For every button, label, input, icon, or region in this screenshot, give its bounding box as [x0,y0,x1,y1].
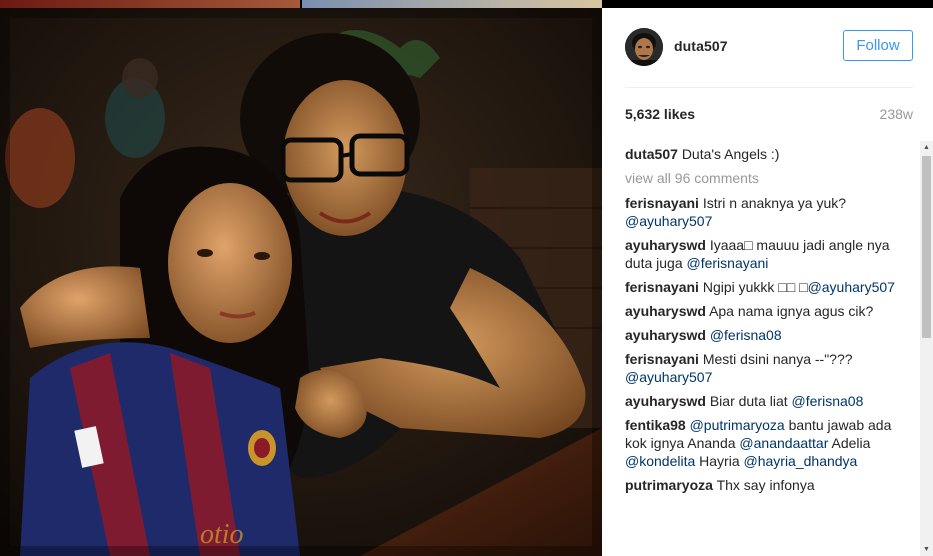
comment-mention[interactable]: @ferisnayani [687,255,769,271]
comment-item: ferisnayani Istri n anaknya ya yuk? @ayu… [625,194,917,230]
comment-mention[interactable]: @ayuhary507 [625,213,712,229]
comment-item: ayuharyswd Iyaaa□ mauuu jadi angle nya d… [625,236,917,272]
comment-item: ferisnayani Mesti dsini nanya --"??? @ay… [625,350,917,386]
scroll-up-arrow-icon[interactable]: ▲ [920,141,933,154]
post-timestamp[interactable]: 238w [880,106,913,122]
comment-text: Thx say infonya [716,477,815,493]
post-sidebar: duta507 Follow 5,632 likes 238w duta507 … [602,8,933,556]
comment-text: Adelia [828,435,871,451]
svg-text:otio: otio [200,519,244,550]
comment-item: fentika98 @putrimaryoza bantu jawab ada … [625,416,917,470]
comment-username[interactable]: ferisnayani [625,195,699,211]
divider [625,87,913,88]
comment-username[interactable]: ayuharyswd [625,327,706,343]
follow-button[interactable]: Follow [843,30,913,61]
post-photo-image: otio [0,8,602,556]
caption: duta507 Duta's Angels :) [625,145,917,163]
comment-item: ayuharyswd @ferisna08 [625,326,917,344]
comment-mention[interactable]: @kondelita [625,453,695,469]
comment-text: Ngipi yukkk □□ □ [702,279,808,295]
comment-username[interactable]: fentika98 [625,417,686,433]
comment-mention[interactable]: @anandaattar [739,435,828,451]
comment-item: ayuharyswd Apa nama ignya agus cik? [625,302,917,320]
post-username[interactable]: duta507 [674,38,728,54]
comment-username[interactable]: ferisnayani [625,279,699,295]
comments-list: duta507 Duta's Angels :) view all 96 com… [625,145,917,500]
background-thumbnail [0,0,300,8]
avatar-image [625,28,663,66]
comment-username[interactable]: ayuharyswd [625,237,706,253]
comment-mention[interactable]: @ayuhary507 [625,369,712,385]
comment-username[interactable]: ayuharyswd [625,303,706,319]
comment-item: ferisnayani Ngipi yukkk □□ □@ayuhary507 [625,278,917,296]
comment-text: Istri n anaknya ya yuk? [702,195,847,211]
comments-scrollbar[interactable]: ▲ ▼ [920,141,933,556]
comment-text: Duta's Angels :) [681,146,780,162]
background-page-strip [0,0,933,8]
comment-username[interactable]: putrimaryoza [625,477,713,493]
comment-text: Mesti dsini nanya --"??? [702,351,853,367]
comment-username[interactable]: duta507 [625,146,678,162]
comment-mention[interactable]: @putrimaryoza [690,417,785,433]
scroll-down-arrow-icon[interactable]: ▼ [920,543,933,556]
post-header: duta507 Follow [602,8,933,88]
avatar[interactable] [625,28,663,66]
comment-text: Hayria [695,453,744,469]
comment-mention[interactable]: @ayuhary507 [808,279,895,295]
comment-item: putrimaryoza Thx say infonya [625,476,917,494]
view-all-comments-link[interactable]: view all 96 comments [625,169,917,187]
comment-text: Apa nama ignya agus cik? [709,303,874,319]
comment-username[interactable]: ferisnayani [625,351,699,367]
comment-item: ayuharyswd Biar duta liat @ferisna08 [625,392,917,410]
comment-mention[interactable]: @ferisna08 [792,393,864,409]
post-photo[interactable]: otio [0,8,602,556]
likes-count[interactable]: 5,632 likes [625,106,695,122]
scrollbar-thumb[interactable] [922,156,931,338]
comment-mention[interactable]: @ferisna08 [710,327,782,343]
comment-username[interactable]: ayuharyswd [625,393,706,409]
comment-mention[interactable]: @hayria_dhandya [744,453,858,469]
background-thumbnail [302,0,602,8]
comment-text: Biar duta liat [709,393,788,409]
